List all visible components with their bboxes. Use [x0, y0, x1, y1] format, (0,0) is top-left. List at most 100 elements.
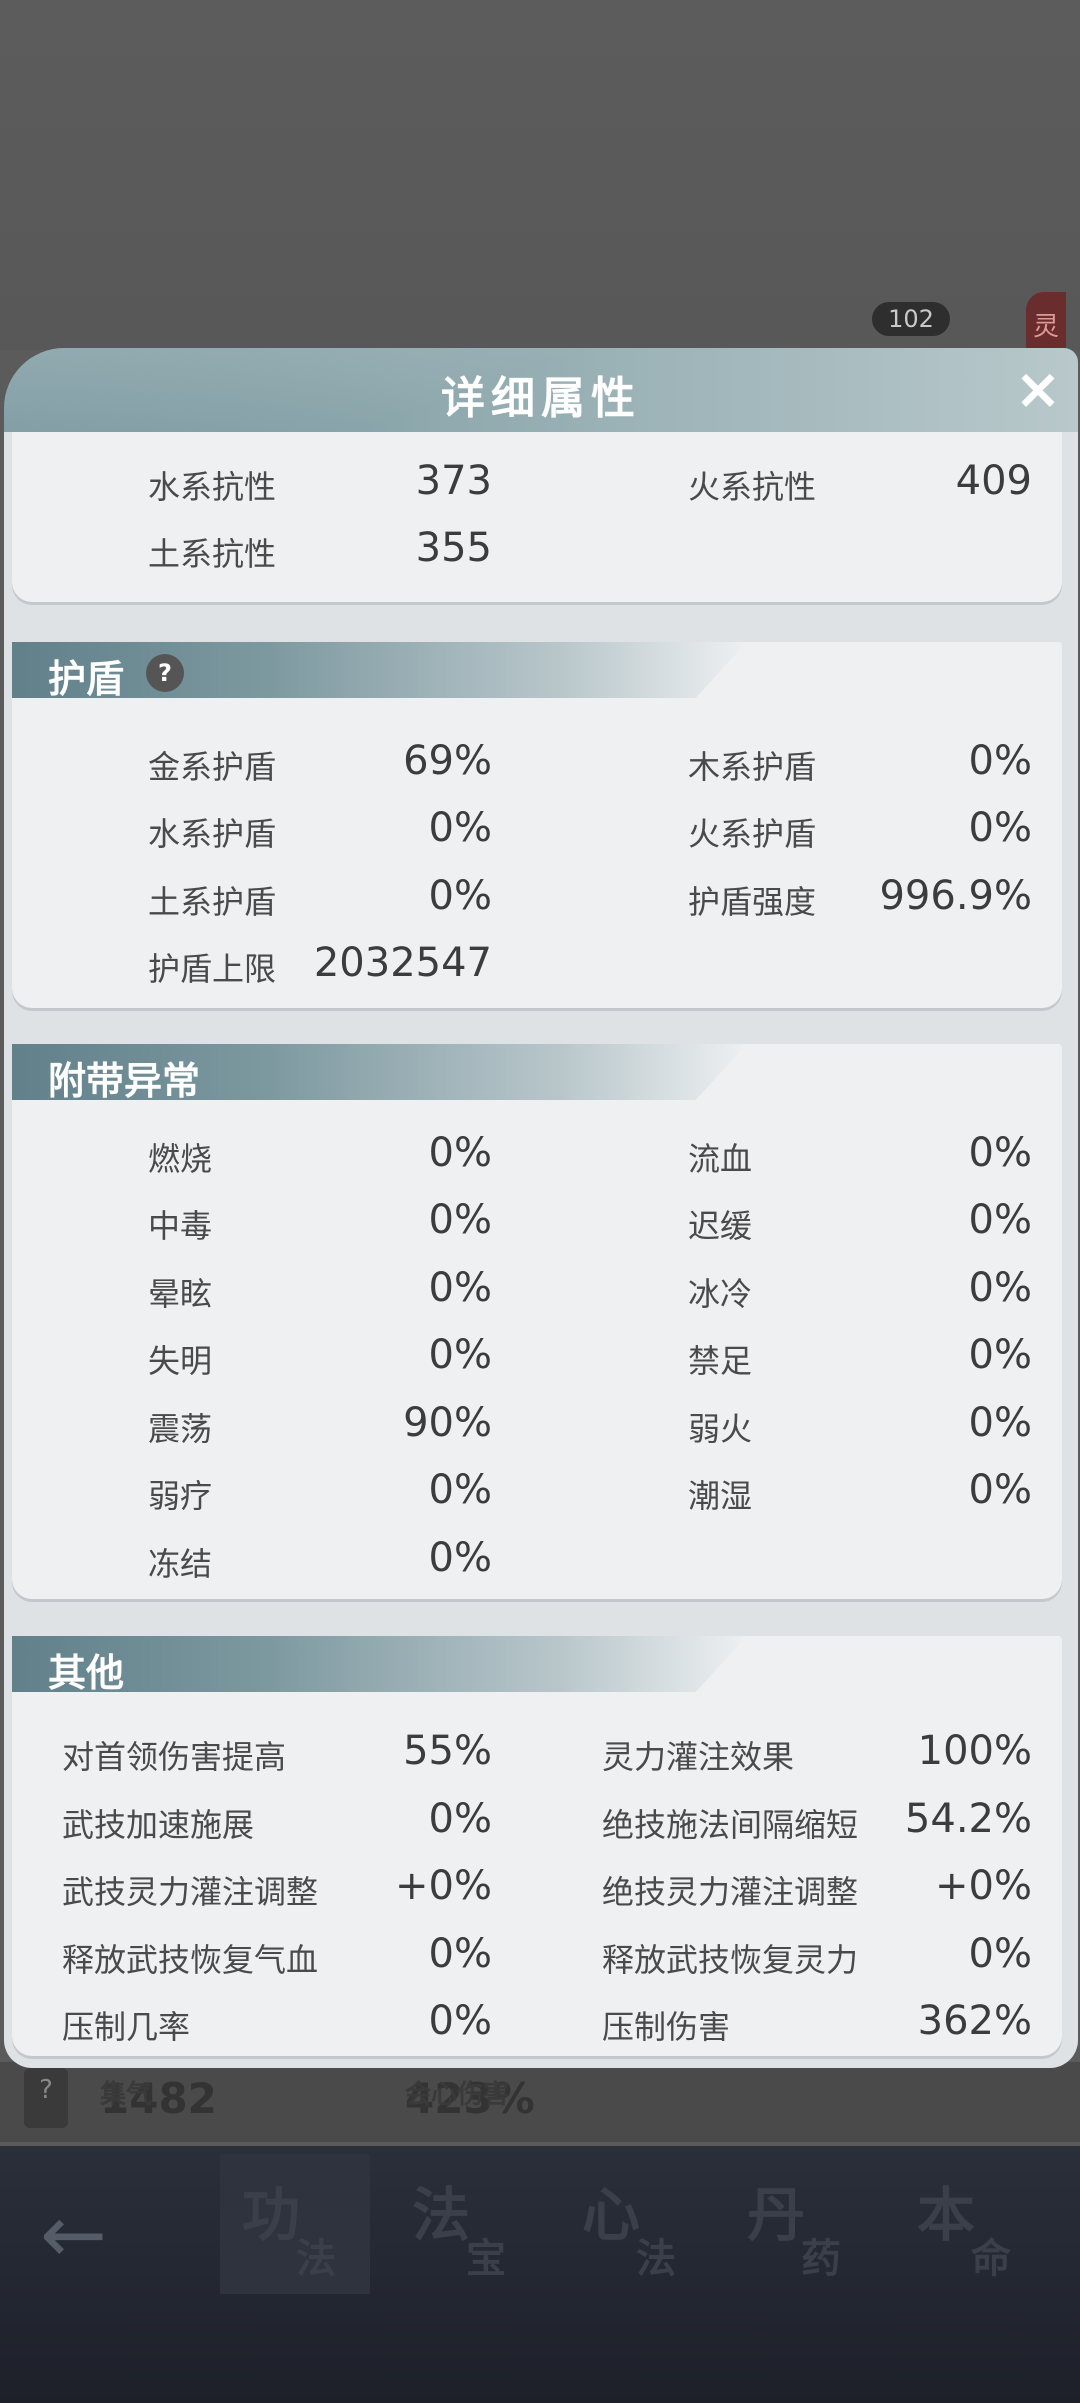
attr-label: 武技灵力灌注调整: [62, 1873, 319, 1911]
attr-value: +0%: [935, 1863, 1032, 1909]
modal-title: 详细属性: [441, 373, 641, 424]
tab-xinfa[interactable]: 心 法: [560, 2154, 710, 2294]
level-badge: 102: [872, 302, 950, 336]
tab-danyao-small: 药: [801, 2236, 841, 2282]
attr-value: 0%: [968, 738, 1032, 784]
attr-label: 火系护盾: [688, 815, 817, 853]
background-help-icon: ?: [24, 2068, 68, 2128]
tab-danyao-big: 丹: [747, 2181, 806, 2249]
stat-crit-damage: 会心伤害 423%: [405, 2074, 535, 2123]
attr-value: 0%: [968, 805, 1032, 851]
resist-row: 土系抗性 355: [12, 525, 1062, 589]
abnormal-row: 晕眩 0% 冰冷 0%: [12, 1265, 1062, 1329]
shield-row: 护盾上限 2032547: [12, 940, 1062, 1004]
attr-label: 冻结: [148, 1545, 213, 1583]
tab-benming-big: 本: [917, 2181, 976, 2249]
stat-qi-label: 集气: [100, 2080, 153, 2110]
section-title: 附带异常: [48, 1059, 201, 1103]
modal-body: 水系抗性 373 火系抗性 409 土系抗性 355 护盾 ? 金系护盾 69%…: [4, 432, 1078, 2068]
other-row: 武技灵力灌注调整 +0% 绝技灵力灌注调整 +0%: [12, 1863, 1062, 1927]
attr-label: 木系护盾: [688, 748, 817, 786]
back-arrow-icon[interactable]: ←: [40, 2195, 140, 2275]
tab-benming[interactable]: 本 命: [895, 2154, 1045, 2294]
attr-value: 996.9%: [879, 873, 1032, 919]
attr-value: 0%: [428, 1796, 492, 1842]
attr-value: 0%: [968, 1400, 1032, 1446]
attr-value: 409: [955, 458, 1032, 504]
other-row: 武技加速施展 0% 绝技施法间隔缩短 54.2%: [12, 1796, 1062, 1860]
abnormal-row: 失明 0% 禁足 0%: [12, 1332, 1062, 1396]
section-title: 护盾: [48, 657, 125, 701]
attr-value: 0%: [428, 805, 492, 851]
attr-value: 2032547: [313, 940, 492, 986]
attr-value: 69%: [403, 738, 492, 784]
attr-label: 压制几率: [62, 2008, 191, 2046]
attr-label: 压制伤害: [602, 2008, 731, 2046]
attr-value: 0%: [428, 873, 492, 919]
attr-value: 0%: [428, 1467, 492, 1513]
attr-label: 武技加速施展: [62, 1806, 255, 1844]
shield-row: 金系护盾 69% 木系护盾 0%: [12, 738, 1062, 802]
stat-crit-label: 会心伤害: [405, 2080, 510, 2110]
attr-label: 迟缓: [688, 1207, 753, 1245]
attr-value: 0%: [428, 1197, 492, 1243]
tab-gongfa[interactable]: 功 法: [220, 2154, 370, 2294]
attr-value: 0%: [428, 1130, 492, 1176]
attr-label: 冰冷: [688, 1275, 753, 1313]
attr-label: 火系抗性: [688, 468, 817, 506]
shield-row: 土系护盾 0% 护盾强度 996.9%: [12, 873, 1062, 937]
tab-danyao[interactable]: 丹 药: [725, 2154, 875, 2294]
attr-label: 失明: [148, 1342, 213, 1380]
attr-value: 90%: [403, 1400, 492, 1446]
attr-value: 0%: [428, 1535, 492, 1581]
abnormal-row: 冻结 0%: [12, 1535, 1062, 1599]
other-row: 释放武技恢复气血 0% 释放武技恢复灵力 0%: [12, 1931, 1062, 1995]
abnormal-row: 中毒 0% 迟缓 0%: [12, 1197, 1062, 1261]
other-row: 对首领伤害提高 55% 灵力灌注效果 100%: [12, 1728, 1062, 1792]
attr-value: 0%: [968, 1332, 1032, 1378]
attr-label: 护盾强度: [688, 883, 817, 921]
attr-value: 55%: [403, 1728, 492, 1774]
attr-value: 0%: [428, 1998, 492, 2044]
attr-label: 晕眩: [148, 1275, 213, 1313]
attr-label: 禁足: [688, 1342, 753, 1380]
shield-row: 水系护盾 0% 火系护盾 0%: [12, 805, 1062, 869]
help-icon[interactable]: ?: [146, 654, 184, 692]
attr-label: 流血: [688, 1140, 753, 1178]
abnormal-section: 附带异常 燃烧 0% 流血 0% 中毒 0% 迟缓 0% 晕眩 0% 冰冷 0%…: [12, 1044, 1062, 1599]
tab-fabao-big: 法: [412, 2181, 471, 2249]
attr-value: 0%: [428, 1931, 492, 1977]
attr-label: 水系抗性: [148, 468, 277, 506]
tab-xinfa-big: 心: [582, 2181, 641, 2249]
attr-label: 释放武技恢复灵力: [602, 1941, 859, 1979]
tab-fabao[interactable]: 法 宝: [390, 2154, 540, 2294]
attr-value: 362%: [917, 1998, 1032, 2044]
other-row: 压制几率 0% 压制伤害 362%: [12, 1998, 1062, 2062]
attr-label: 释放武技恢复气血: [62, 1941, 319, 1979]
attr-label: 护盾上限: [148, 950, 277, 988]
section-title: 其他: [48, 1651, 125, 1695]
attr-label: 土系抗性: [148, 535, 277, 573]
attr-label: 绝技灵力灌注调整: [602, 1873, 859, 1911]
other-section: 其他 对首领伤害提高 55% 灵力灌注效果 100% 武技加速施展 0% 绝技施…: [12, 1636, 1062, 2056]
stat-qi: 集气 1482: [100, 2074, 217, 2123]
attr-value: 0%: [968, 1931, 1032, 1977]
tab-gongfa-big: 功: [242, 2181, 301, 2249]
attr-label: 弱火: [688, 1410, 753, 1448]
attr-value: 100%: [917, 1728, 1032, 1774]
attr-value: +0%: [395, 1863, 492, 1909]
tab-benming-small: 命: [971, 2236, 1011, 2282]
attr-value: 355: [415, 525, 492, 571]
attr-value: 54.2%: [904, 1796, 1032, 1842]
abnormal-row: 燃烧 0% 流血 0%: [12, 1130, 1062, 1194]
attr-label: 绝技施法间隔缩短: [602, 1806, 859, 1844]
attr-value: 0%: [968, 1467, 1032, 1513]
close-icon[interactable]: ×: [1010, 360, 1066, 420]
resist-section: 水系抗性 373 火系抗性 409 土系抗性 355: [12, 432, 1062, 602]
background-scene: [0, 0, 1080, 350]
attr-label: 金系护盾: [148, 748, 277, 786]
attr-label: 潮湿: [688, 1477, 753, 1515]
attr-value: 0%: [968, 1130, 1032, 1176]
abnormal-row: 震荡 90% 弱火 0%: [12, 1400, 1062, 1464]
tab-fabao-small: 宝: [466, 2236, 506, 2282]
